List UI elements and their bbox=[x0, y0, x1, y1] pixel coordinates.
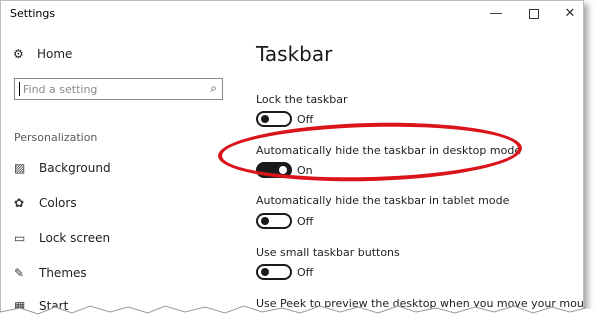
toggle-state: Off bbox=[297, 113, 314, 126]
palette-icon: ✿ bbox=[14, 196, 25, 210]
search-input[interactable]: Find a setting ⌕ bbox=[14, 78, 223, 100]
picture-icon: ▨ bbox=[14, 161, 26, 175]
home-label: Home bbox=[37, 47, 73, 61]
maximize-button[interactable] bbox=[517, 1, 551, 27]
sidebar-item-colors[interactable]: ✿ Colors bbox=[14, 196, 77, 210]
setting-label: Use small taskbar buttons bbox=[256, 246, 400, 259]
toggle-state: Off bbox=[297, 266, 314, 279]
lock-screen-icon: ▭ bbox=[14, 231, 26, 245]
sidebar-item-lock-screen[interactable]: ▭ Lock screen bbox=[14, 231, 110, 245]
page-title: Taskbar bbox=[256, 42, 333, 66]
themes-icon: ✎ bbox=[14, 266, 25, 280]
toggle-knob bbox=[261, 268, 269, 276]
sidebar-item-label: Colors bbox=[39, 196, 77, 210]
close-button[interactable]: ✕ bbox=[553, 1, 583, 27]
window-title: Settings bbox=[10, 7, 56, 20]
search-placeholder: Find a setting bbox=[23, 83, 98, 96]
text-caret bbox=[19, 82, 20, 96]
sidebar-item-home[interactable]: ⚙ Home bbox=[13, 47, 72, 61]
sidebar-item-label: Background bbox=[39, 161, 111, 175]
sidebar: ⚙ Home Find a setting ⌕ Personalization ▨… bbox=[1, 27, 241, 315]
torn-edge-decoration bbox=[0, 305, 600, 326]
sidebar-item-label: Themes bbox=[39, 266, 87, 280]
toggle-knob bbox=[261, 115, 269, 123]
section-title: Personalization bbox=[14, 131, 98, 144]
toggle-knob bbox=[261, 217, 269, 225]
lock-taskbar-toggle[interactable] bbox=[256, 111, 292, 127]
toggle-state: Off bbox=[297, 215, 314, 228]
sidebar-item-label: Lock screen bbox=[39, 231, 111, 245]
maximize-icon bbox=[529, 8, 539, 19]
minimize-button[interactable]: — bbox=[479, 1, 513, 27]
autohide-tablet-toggle[interactable] bbox=[256, 213, 292, 229]
sidebar-item-themes[interactable]: ✎ Themes bbox=[14, 266, 87, 280]
title-bar: Settings — ✕ bbox=[1, 1, 583, 27]
search-icon[interactable]: ⌕ bbox=[210, 81, 217, 96]
small-buttons-toggle[interactable] bbox=[256, 264, 292, 280]
sidebar-item-background[interactable]: ▨ Background bbox=[14, 161, 111, 175]
gear-icon: ⚙ bbox=[13, 47, 24, 61]
setting-label: Lock the taskbar bbox=[256, 93, 348, 106]
setting-label: Automatically hide the taskbar in tablet… bbox=[256, 194, 510, 207]
